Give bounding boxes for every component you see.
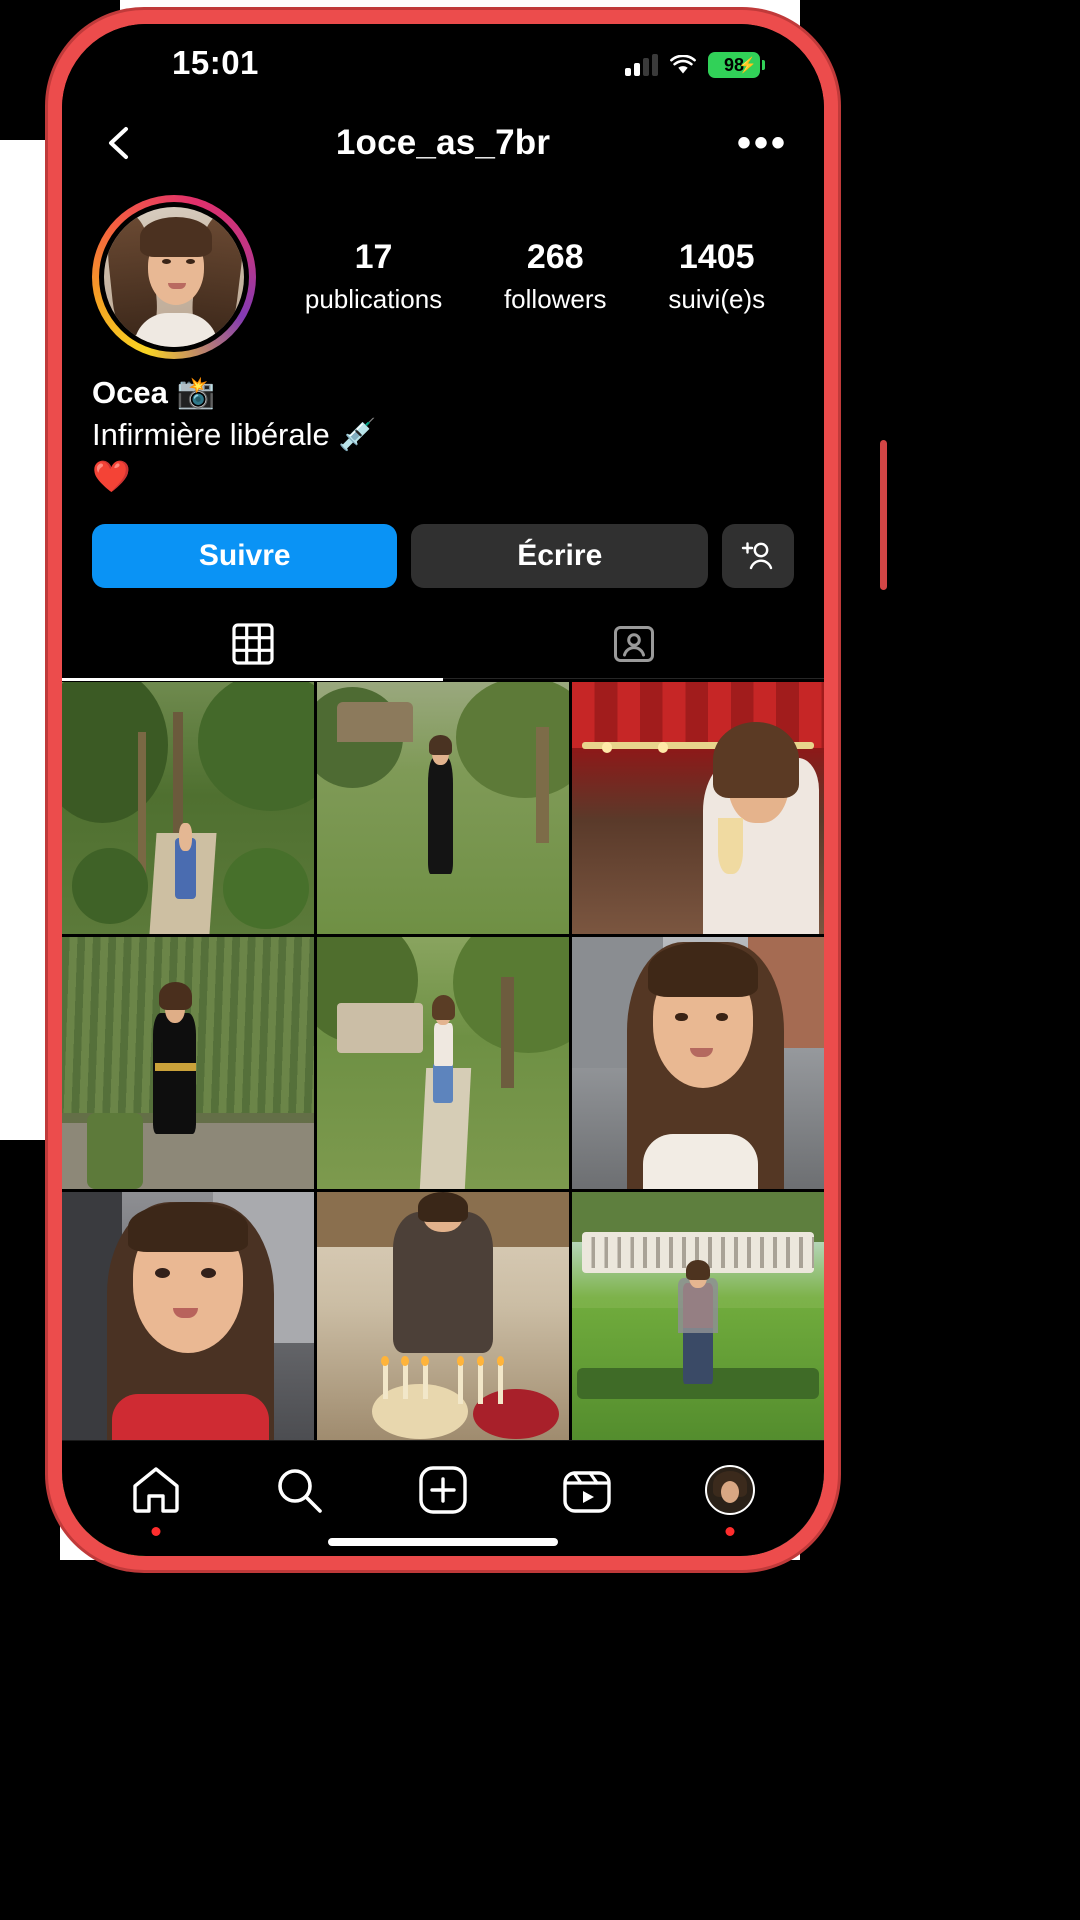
message-button[interactable]: Écrire — [411, 524, 708, 588]
home-nav-icon[interactable] — [124, 1458, 188, 1536]
profile-bio-line-2: ❤️ — [92, 458, 131, 494]
grid-post[interactable] — [62, 937, 314, 1189]
wifi-icon — [670, 55, 696, 75]
phone-bezel: 15:01 98 ⚡ 1oce_as_7br ••• 17 publicatio… — [62, 24, 824, 1556]
stat-following[interactable]: 1405 suivi(e)s — [668, 238, 766, 314]
stat-label: suivi(e)s — [668, 283, 766, 314]
grid-post[interactable] — [317, 682, 569, 934]
power-button[interactable] — [880, 440, 887, 590]
tab-tagged[interactable] — [443, 610, 824, 678]
search-nav-icon[interactable] — [267, 1458, 331, 1522]
grid-post[interactable] — [572, 682, 824, 934]
profile-notification-dot — [725, 1526, 735, 1536]
grid-post[interactable] — [317, 937, 569, 1189]
background-panel-bottom — [0, 1560, 1080, 1920]
add-person-button[interactable] — [722, 524, 794, 588]
charging-bolt-icon: ⚡ — [738, 57, 757, 74]
stat-label: publications — [304, 283, 443, 314]
avatar-icon — [705, 1464, 756, 1515]
grid-post[interactable] — [572, 937, 824, 1189]
chevron-left-icon[interactable] — [98, 121, 142, 165]
page-title: 1oce_as_7br — [335, 123, 551, 162]
tagged-icon — [613, 623, 655, 665]
profile-actions: Suivre Écrire — [92, 524, 794, 588]
profile-header: 17 publications 268 followers 1405 suivi… — [62, 186, 824, 368]
stat-value: 268 — [526, 238, 584, 277]
grid-icon — [231, 623, 274, 665]
grid-post[interactable] — [572, 1192, 824, 1444]
home-notification-dot — [151, 1526, 161, 1536]
profile-display-name: Ocea 📸 — [92, 375, 216, 410]
profile-navbar: 1oce_as_7br ••• — [62, 102, 824, 184]
status-bar: 15:01 98 ⚡ — [62, 24, 824, 96]
plus-square-icon — [418, 1465, 468, 1515]
avatar-inner — [99, 202, 249, 352]
profile-tabs — [62, 610, 824, 678]
profile-bio: Ocea 📸 Infirmière libérale 💉 ❤️ — [92, 372, 692, 498]
home-icon — [130, 1465, 182, 1515]
stat-publications[interactable]: 17 publications — [304, 238, 443, 314]
status-indicators: 98 ⚡ — [625, 52, 765, 78]
add-person-icon — [739, 539, 777, 573]
status-time: 15:01 — [172, 44, 259, 81]
reels-nav-icon[interactable] — [555, 1458, 619, 1522]
phone-screen: 15:01 98 ⚡ 1oce_as_7br ••• 17 publicatio… — [62, 24, 824, 1556]
grid-post[interactable] — [62, 682, 314, 934]
battery-icon: 98 ⚡ — [708, 52, 765, 78]
profile-bio-line-1: Infirmière libérale 💉 — [92, 416, 377, 452]
notch — [308, 24, 578, 58]
page-root: 15:01 98 ⚡ 1oce_as_7br ••• 17 publicatio… — [0, 0, 1080, 1920]
tab-grid[interactable] — [62, 610, 443, 678]
reels-icon — [562, 1465, 612, 1515]
stat-label: followers — [503, 283, 607, 314]
create-nav-icon[interactable] — [411, 1458, 475, 1522]
search-icon — [274, 1465, 324, 1515]
grid-post[interactable] — [62, 1192, 314, 1444]
cellular-signal-icon — [625, 54, 658, 76]
stat-value: 17 — [354, 238, 393, 277]
profile-nav-icon[interactable] — [698, 1458, 762, 1536]
stat-value: 1405 — [678, 238, 755, 277]
avatar-story-ring[interactable] — [92, 195, 256, 359]
follow-button[interactable]: Suivre — [92, 524, 398, 588]
more-options-icon[interactable]: ••• — [737, 123, 788, 163]
home-indicator — [328, 1538, 558, 1546]
background-panel-right — [800, 0, 1080, 1640]
grid-post[interactable] — [317, 1192, 569, 1444]
tab-active-underline — [62, 678, 443, 681]
post-grid — [62, 682, 824, 1556]
phone-frame: 15:01 98 ⚡ 1oce_as_7br ••• 17 publicatio… — [48, 10, 887, 1570]
stat-followers[interactable]: 268 followers — [503, 238, 607, 314]
profile-stats: 17 publications 268 followers 1405 suivi… — [256, 238, 824, 314]
avatar — [104, 207, 244, 347]
